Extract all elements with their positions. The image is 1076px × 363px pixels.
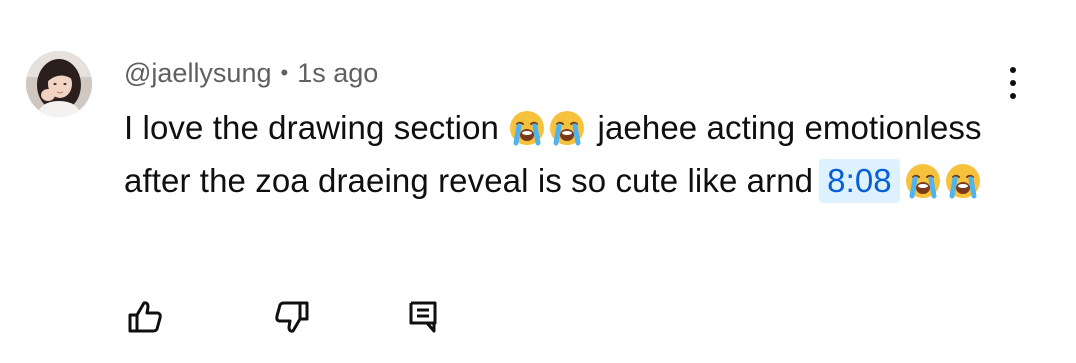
more-options-button[interactable] [996, 62, 1030, 104]
loudly-crying-face-icon [904, 162, 942, 200]
comment-reply-icon [403, 297, 443, 337]
reply-button[interactable] [400, 294, 446, 340]
thumbs-up-icon [125, 297, 165, 337]
comment-thread: @jaellysung • 1s ago I love the drawing … [0, 0, 1076, 363]
loudly-crying-face-icon [548, 109, 586, 147]
video-timestamp-link[interactable]: 8:08 [819, 159, 900, 203]
like-button[interactable] [122, 294, 168, 340]
comment-time: 1s ago [297, 57, 379, 88]
comment-header: @jaellysung • 1s ago [124, 56, 378, 90]
comment-body: I love the drawing section jaehee acting… [124, 101, 984, 207]
avatar[interactable] [26, 51, 92, 117]
thumbs-down-icon [272, 297, 312, 337]
loudly-crying-face-icon [508, 109, 546, 147]
author-name[interactable]: @jaellysung [124, 58, 272, 89]
comment-text-part1: I love the drawing section [124, 109, 499, 146]
dislike-button[interactable] [269, 294, 315, 340]
loudly-crying-face-icon [944, 162, 982, 200]
more-vertical-icon [1010, 67, 1016, 73]
separator-dot: • [280, 60, 289, 85]
